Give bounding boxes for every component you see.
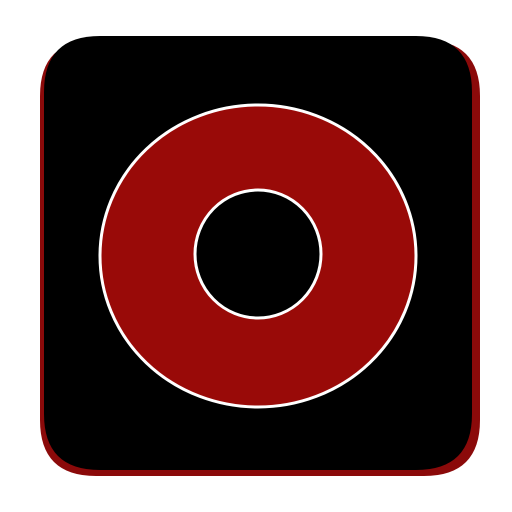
ring-center-hole [193,188,323,320]
record-ring-icon[interactable] [0,0,512,512]
app-icon-canvas [0,0,512,512]
